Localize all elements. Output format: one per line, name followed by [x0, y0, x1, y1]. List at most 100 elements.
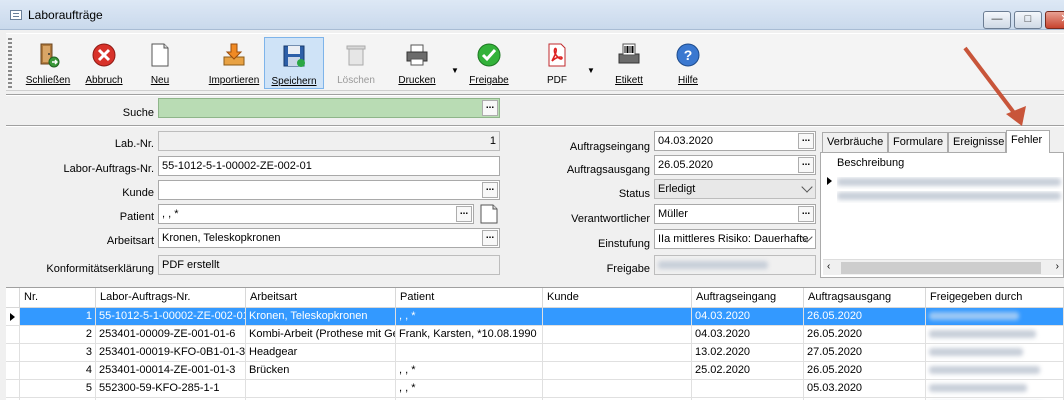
verantwortlicher-ellipsis-button[interactable]: ...: [798, 206, 814, 222]
patient-input[interactable]: , , * ...: [158, 204, 474, 224]
table-cell-freigegeben[interactable]: [926, 344, 1064, 362]
table-cell-ausgang[interactable]: 27.05.2020: [804, 344, 926, 362]
new-button[interactable]: Neu: [136, 37, 184, 89]
close-window-button[interactable]: ✕: [1045, 11, 1064, 29]
column-header-kunde[interactable]: Kunde: [543, 288, 692, 308]
print-button[interactable]: Drucken: [390, 37, 444, 89]
search-input[interactable]: ...: [158, 98, 500, 118]
table-cell-patient[interactable]: , , *: [396, 308, 543, 326]
table-cell-freigegeben[interactable]: [926, 308, 1064, 326]
table-cell-nr[interactable]: 2: [20, 326, 96, 344]
row-header[interactable]: [6, 362, 20, 380]
table-cell-patient[interactable]: , , *: [396, 380, 543, 398]
status-select[interactable]: Erledigt: [654, 179, 816, 199]
row-header[interactable]: [6, 380, 20, 398]
column-header-auftrags-nr[interactable]: Labor-Auftrags-Nr.: [96, 288, 246, 308]
auftragsausgang-input[interactable]: 26.05.2020 ...: [654, 155, 816, 175]
column-header-auftragseingang[interactable]: Auftragseingang: [692, 288, 804, 308]
table-cell-freigegeben[interactable]: [926, 362, 1064, 380]
cancel-button[interactable]: Abbruch: [78, 37, 130, 89]
table-cell-nr[interactable]: 1: [20, 308, 96, 326]
table-cell-auftrag[interactable]: 55-1012-5-1-00002-ZE-002-01: [96, 308, 246, 326]
table-row[interactable]: 4 253401-00014-ZE-001-01-3 Brücken, , * 25.…: [6, 362, 1064, 380]
row-header[interactable]: [6, 308, 20, 326]
table-cell-patient[interactable]: [396, 344, 543, 362]
kunde-input[interactable]: ...: [158, 180, 500, 200]
import-button[interactable]: Importieren: [206, 37, 262, 89]
table-cell-arbeitsart[interactable]: Brücken: [246, 362, 396, 380]
table-cell-arbeitsart[interactable]: [246, 380, 396, 398]
freigabe-field[interactable]: [654, 255, 816, 275]
maximize-button[interactable]: □: [1014, 11, 1042, 29]
table-cell-ausgang[interactable]: 26.05.2020: [804, 308, 926, 326]
etikett-button[interactable]: Etikett: [604, 37, 654, 89]
table-cell-eingang[interactable]: 04.03.2020: [692, 308, 804, 326]
help-button[interactable]: ? Hilfe: [666, 37, 710, 89]
auftragseingang-input[interactable]: 04.03.2020 ...: [654, 131, 816, 151]
table-cell-arbeitsart[interactable]: Headgear: [246, 344, 396, 362]
pdf-dropdown-arrow[interactable]: ▼: [587, 66, 595, 75]
table-cell-kunde[interactable]: [543, 380, 692, 398]
table-cell-nr[interactable]: 4: [20, 362, 96, 380]
patient-document-icon[interactable]: [478, 203, 500, 225]
table-cell-nr[interactable]: 5: [20, 380, 96, 398]
table-cell-kunde[interactable]: [543, 326, 692, 344]
table-cell-auftrag[interactable]: 253401-00019-KFO-0B1-01-3: [96, 344, 246, 362]
column-header-arbeitsart[interactable]: Arbeitsart: [246, 288, 396, 308]
print-dropdown-arrow[interactable]: ▼: [451, 66, 459, 75]
column-header-auftragsausgang[interactable]: Auftragsausgang: [804, 288, 926, 308]
table-cell-kunde[interactable]: [543, 344, 692, 362]
table-cell-ausgang[interactable]: 26.05.2020: [804, 326, 926, 344]
row-header[interactable]: [6, 344, 20, 362]
table-cell-eingang[interactable]: 25.02.2020: [692, 362, 804, 380]
arbeitsart-ellipsis-button[interactable]: ...: [482, 230, 498, 246]
tab-verbraeuche[interactable]: Verbräuche: [822, 132, 888, 152]
einstufung-select[interactable]: IIa mittleres Risiko: Dauerhafte: [654, 229, 816, 249]
row-header[interactable]: [6, 326, 20, 344]
patient-ellipsis-button[interactable]: ...: [456, 206, 472, 222]
table-row[interactable]: 5 552300-59-KFO-285-1-1 , , * 05.03.2020: [6, 380, 1064, 398]
table-cell-auftrag[interactable]: 253401-00009-ZE-001-01-6: [96, 326, 246, 344]
scroll-right-icon[interactable]: ›: [1056, 261, 1059, 272]
table-cell-patient[interactable]: , , *: [396, 362, 543, 380]
fehler-row[interactable]: [837, 191, 1064, 203]
table-cell-ausgang[interactable]: 05.03.2020: [804, 380, 926, 398]
fehler-row[interactable]: [837, 177, 1064, 189]
search-ellipsis-button[interactable]: ...: [482, 100, 498, 116]
lab-nr-field[interactable]: 1: [158, 131, 500, 151]
table-cell-eingang[interactable]: 04.03.2020: [692, 326, 804, 344]
table-cell-kunde[interactable]: [543, 362, 692, 380]
table-cell-eingang[interactable]: [692, 380, 804, 398]
tab-fehler[interactable]: Fehler: [1006, 130, 1050, 153]
table-cell-patient[interactable]: Frank, Karsten, *10.08.1990: [396, 326, 543, 344]
auftragsausgang-ellipsis-button[interactable]: ...: [798, 157, 814, 173]
verantwortlicher-input[interactable]: Müller ...: [654, 204, 816, 224]
close-button[interactable]: Schließen: [22, 37, 74, 89]
arbeitsart-input[interactable]: Kronen, Teleskopkronen ...: [158, 228, 500, 248]
table-cell-auftrag[interactable]: 552300-59-KFO-285-1-1: [96, 380, 246, 398]
table-row[interactable]: 3 253401-00019-KFO-0B1-01-3 Headgear 13.02.…: [6, 344, 1064, 362]
freigabe-button[interactable]: Freigabe: [464, 37, 514, 89]
table-cell-nr[interactable]: 3: [20, 344, 96, 362]
column-header-freigegeben[interactable]: Freigegeben durch: [926, 288, 1064, 308]
scroll-left-icon[interactable]: ‹: [827, 261, 830, 272]
delete-button[interactable]: Löschen: [330, 37, 382, 89]
table-cell-kunde[interactable]: [543, 308, 692, 326]
kunde-ellipsis-button[interactable]: ...: [482, 182, 498, 198]
minimize-button[interactable]: —: [983, 11, 1011, 29]
table-cell-ausgang[interactable]: 26.05.2020: [804, 362, 926, 380]
table-cell-freigegeben[interactable]: [926, 380, 1064, 398]
tab-formulare[interactable]: Formulare: [888, 132, 948, 152]
auftragseingang-ellipsis-button[interactable]: ...: [798, 133, 814, 149]
table-cell-eingang[interactable]: 13.02.2020: [692, 344, 804, 362]
horizontal-scrollbar[interactable]: ‹ ›: [823, 259, 1063, 275]
table-row[interactable]: 1 55-1012-5-1-00002-ZE-002-01 Kronen, Tele…: [6, 308, 1064, 326]
column-header-nr[interactable]: Nr.: [20, 288, 96, 308]
table-cell-auftrag[interactable]: 253401-00014-ZE-001-01-3: [96, 362, 246, 380]
table-cell-arbeitsart[interactable]: Kronen, Teleskopkronen: [246, 308, 396, 326]
scrollbar-thumb[interactable]: [841, 262, 1041, 274]
table-cell-freigegeben[interactable]: [926, 326, 1064, 344]
table-row[interactable]: 2 253401-00009-ZE-001-01-6 Kombi-Arbeit (P…: [6, 326, 1064, 344]
toolbar-grip[interactable]: [8, 38, 12, 88]
table-cell-arbeitsart[interactable]: Kombi-Arbeit (Prothese mit Ges: [246, 326, 396, 344]
